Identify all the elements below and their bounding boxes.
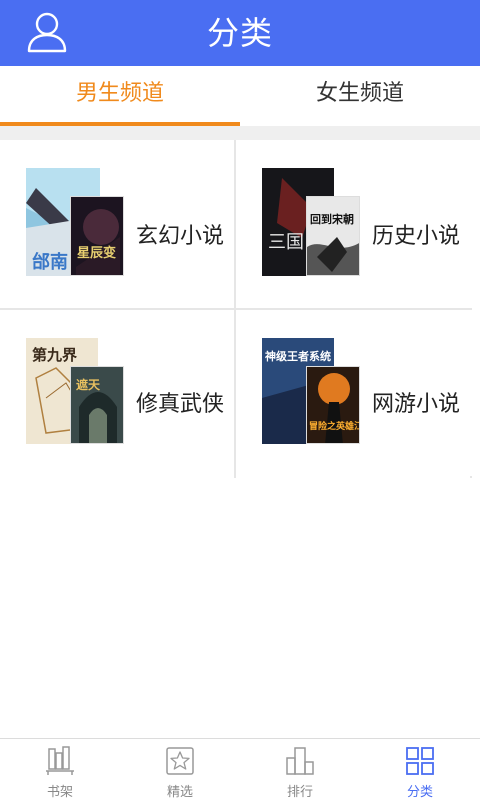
nav-label: 分类: [406, 785, 433, 800]
section-separator: [0, 126, 480, 140]
channel-tabs: 男生频道 女生频道: [0, 66, 480, 126]
svg-text:回到宋朝: 回到宋朝: [310, 212, 354, 226]
cover-front-history: 回到宋朝: [306, 196, 360, 276]
svg-text:三国: 三国: [268, 232, 304, 252]
category-xiuzhen-wuxia[interactable]: 第九界 遮天 修真武侠: [0, 310, 234, 478]
cover-front-xiuzhen: 遮天: [70, 366, 124, 444]
category-label: 历史小说: [372, 224, 461, 249]
nav-label: 排行: [286, 785, 313, 800]
category-online-game[interactable]: 神级王者系统 冒险之英雄江湖 网游小说: [236, 310, 470, 478]
bookshelf-icon: [44, 745, 76, 777]
svg-text:冒险之英雄江湖: 冒险之英雄江湖: [309, 420, 360, 431]
bottom-nav: 书架 精选 排行 分类: [0, 738, 480, 800]
svg-text:神级王者系统: 神级王者系统: [265, 349, 331, 363]
svg-text:遮天: 遮天: [76, 377, 101, 392]
top-bar: 分类: [0, 0, 480, 66]
tab-female-channel[interactable]: 女生频道: [240, 66, 480, 126]
nav-bookshelf[interactable]: 书架: [0, 739, 120, 800]
cover-front-online-game: 冒险之英雄江湖: [306, 366, 360, 444]
nav-ranking[interactable]: 排行: [240, 739, 360, 800]
category-label: 玄幻小说: [136, 224, 225, 249]
svg-text:邰南: 邰南: [32, 251, 68, 272]
category-fantasy[interactable]: 邰南 星辰变 玄幻小说: [0, 140, 234, 308]
svg-text:星辰变: 星辰变: [77, 245, 116, 260]
svg-text:第九界: 第九界: [32, 346, 77, 364]
grid-icon: [404, 745, 436, 777]
category-label: 修真武侠: [136, 392, 225, 417]
tab-male-channel[interactable]: 男生频道: [0, 66, 240, 126]
cover-front-fantasy: 星辰变: [70, 196, 124, 276]
star-icon: [164, 745, 196, 777]
nav-category[interactable]: 分类: [360, 739, 480, 800]
nav-label: 书架: [46, 785, 73, 800]
category-label: 网游小说: [372, 392, 461, 417]
ranking-icon: [284, 745, 316, 777]
nav-label: 精选: [166, 785, 193, 800]
page-title: 分类: [206, 14, 273, 52]
category-history[interactable]: 三国 回到宋朝 历史小说: [236, 140, 470, 308]
nav-featured[interactable]: 精选: [120, 739, 240, 800]
